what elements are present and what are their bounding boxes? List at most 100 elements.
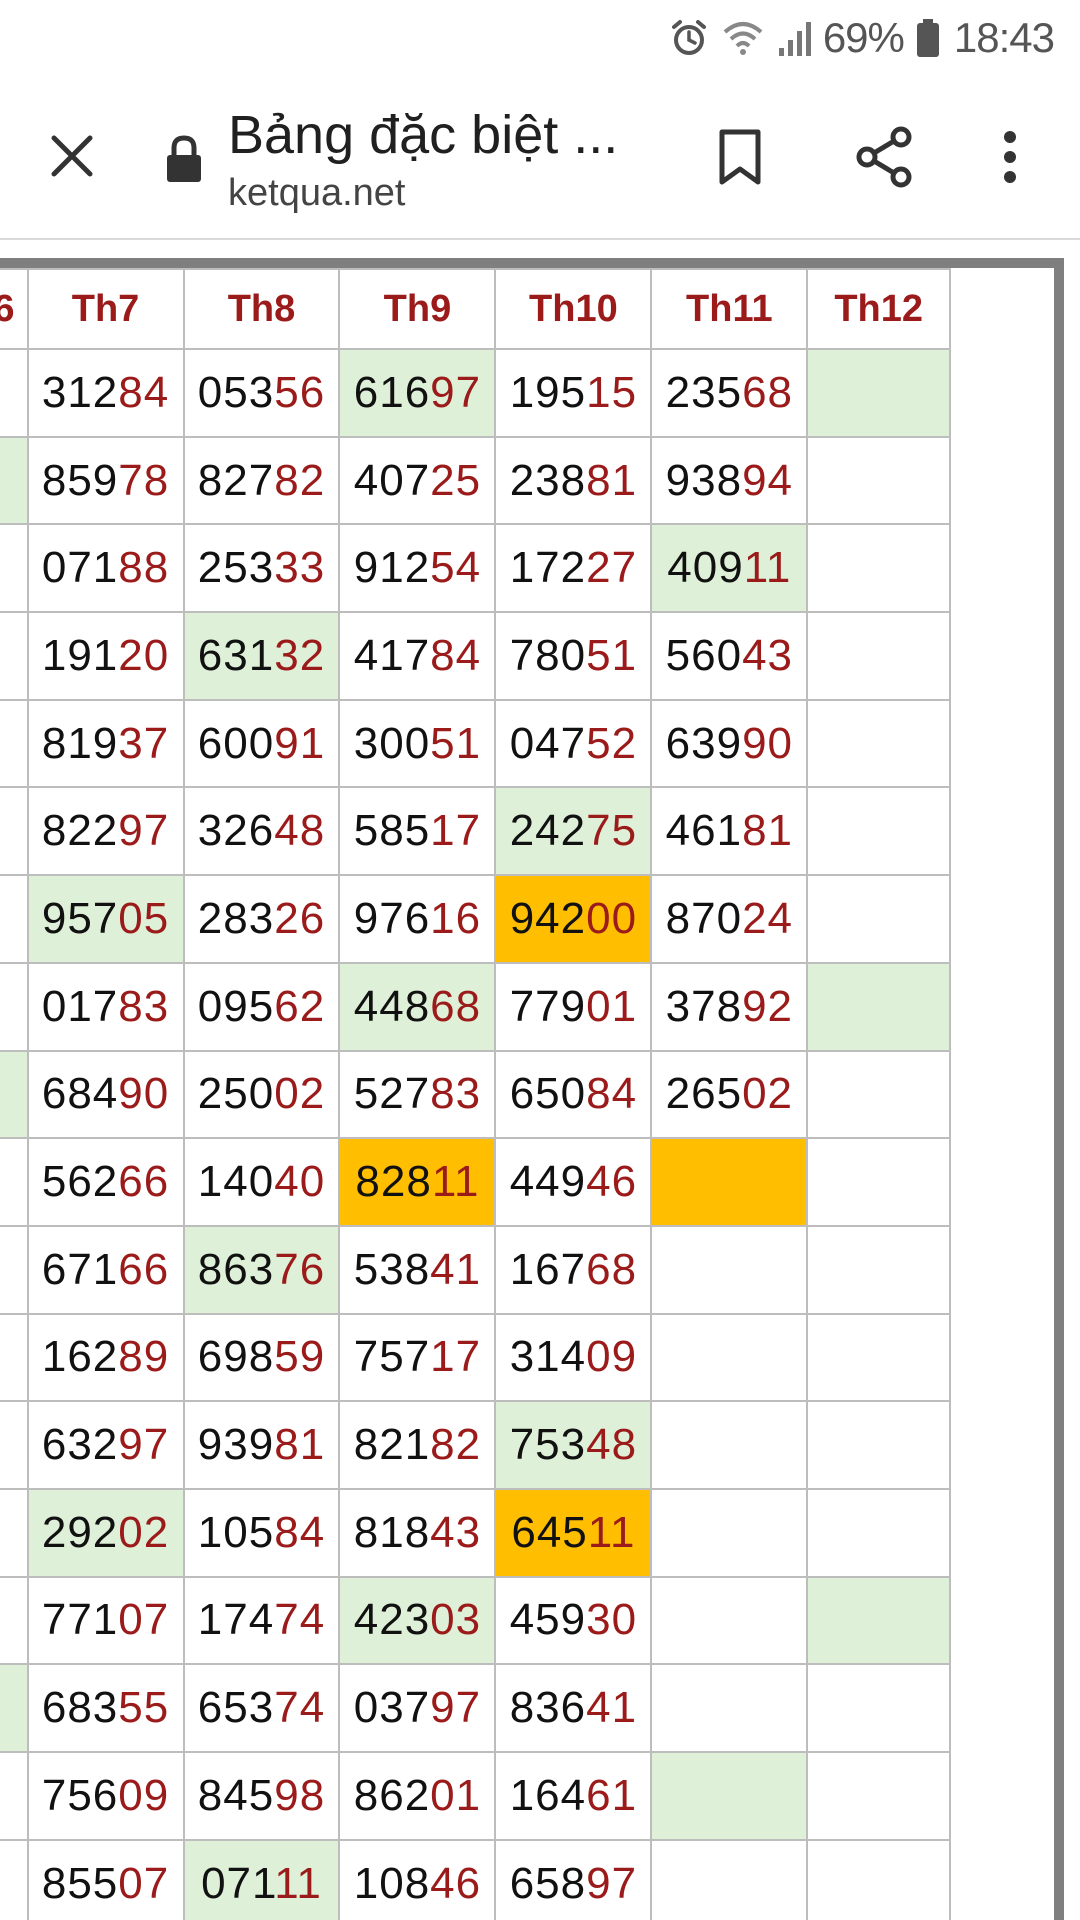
table-cell: 63132 (182, 611, 341, 701)
number-tail: 81 (274, 1420, 326, 1470)
share-icon[interactable] (852, 124, 918, 190)
table-cell: 38 (0, 1049, 29, 1140)
table-cell: 95705 (26, 874, 185, 964)
table-cell (806, 961, 951, 1052)
number-head: 870 (665, 893, 743, 943)
number-head: 423 (353, 1595, 431, 1645)
table-cell: 40 (0, 786, 29, 877)
table-cell: 81843 (338, 1487, 497, 1578)
number-tail: 97 (430, 367, 482, 417)
number-tail: 51 (430, 718, 482, 768)
table-cell: 65897 (494, 1838, 653, 1920)
number-head: 378 (665, 981, 743, 1031)
table-cell (806, 786, 951, 877)
number-tail: 24 (742, 893, 794, 943)
number-head: 449 (509, 1157, 587, 1207)
table-cell: 74 (0, 1751, 29, 1841)
table-cell: 86 (0, 611, 29, 701)
number-head: 821 (353, 1420, 431, 1470)
number-tail: 26 (274, 893, 326, 943)
number-tail: 01 (586, 981, 638, 1031)
table-cell: 40911 (650, 523, 809, 614)
status-bar: 69% 18:43 (0, 0, 1080, 76)
table-cell (650, 1751, 809, 1841)
number-head: 017 (41, 981, 119, 1031)
table-cell: 60091 (182, 698, 341, 789)
table-row: 9816289698597571731409 (0, 1312, 951, 1403)
table-cell (806, 1312, 951, 1403)
table-row: 730718825333912541722740911 (0, 523, 951, 614)
table-cell: 41784 (338, 611, 497, 701)
page-url[interactable]: ketqua.net (228, 172, 405, 215)
battery-icon (916, 18, 940, 58)
table-cell: 56266 (26, 1137, 185, 1227)
number-tail: 97 (118, 806, 170, 856)
number-tail: 27 (586, 543, 638, 593)
table-cell: 14 (0, 1224, 29, 1315)
table-cell (650, 1663, 809, 1753)
number-tail: 05 (118, 893, 170, 943)
bookmark-icon[interactable] (712, 124, 768, 190)
wifi-icon (721, 18, 765, 58)
table-row: 739570528326976169420087024 (0, 874, 951, 964)
number-tail: 11 (274, 1858, 322, 1908)
lock-icon (164, 134, 204, 184)
column-header: 6 (0, 268, 29, 350)
table-cell: 42303 (338, 1575, 497, 1666)
number-tail: 98 (274, 1770, 326, 1820)
table-cell: 16461 (494, 1751, 653, 1841)
number-head: 828 (355, 1157, 432, 1207)
number-tail: 41 (586, 1683, 638, 1733)
table-cell: 98 (0, 1312, 29, 1403)
number-tail: 01 (430, 1770, 482, 1820)
table-cell: 68490 (26, 1049, 185, 1140)
table-header-row: 6Th7Th8Th9Th10Th11Th12 (0, 268, 951, 350)
number-tail: 92 (742, 981, 794, 1031)
table-cell: 63297 (26, 1400, 185, 1490)
table-row: 861912063132417847805156043 (0, 611, 951, 701)
table-cell: 75 (0, 961, 29, 1052)
number-head: 684 (41, 1069, 119, 1119)
table-cell: 10584 (182, 1487, 341, 1578)
number-head: 164 (509, 1770, 587, 1820)
table-cell: 24275 (494, 786, 653, 877)
results-table-container[interactable]: 6Th7Th8Th9Th10Th11Th12 91312840535661697… (0, 258, 1064, 1920)
table-cell (806, 1575, 951, 1666)
number-tail: 46 (586, 1157, 638, 1207)
number-head: 822 (41, 806, 119, 856)
signal-icon (777, 18, 815, 58)
table-cell: 73 (0, 523, 29, 614)
number-head: 779 (509, 981, 587, 1031)
number-head: 461 (665, 806, 743, 856)
number-tail: 68 (586, 1244, 638, 1294)
number-tail: 84 (586, 1069, 638, 1119)
table-row: 0129202105848184364511 (0, 1487, 951, 1578)
table-cell: 78051 (494, 611, 653, 701)
table-cell: 45930 (494, 1575, 653, 1666)
results-table: 6Th7Th8Th9Th10Th11Th12 91312840535661697… (0, 268, 951, 1920)
more-vert-icon[interactable] (990, 124, 1030, 190)
table-cell: 68355 (26, 1663, 185, 1753)
number-tail: 48 (586, 1420, 638, 1470)
table-cell: 07111 (182, 1838, 341, 1920)
number-head: 071 (201, 1858, 275, 1908)
number-tail: 59 (274, 1332, 326, 1382)
number-head: 819 (41, 718, 119, 768)
number-head: 265 (665, 1069, 743, 1119)
close-icon[interactable] (40, 124, 104, 188)
table-cell: 94200 (494, 874, 653, 964)
table-cell (806, 611, 951, 701)
table-cell (806, 698, 951, 789)
table-row: 408229732648585172427546181 (0, 786, 951, 877)
table-cell: 63990 (650, 698, 809, 789)
table-cell (806, 1751, 951, 1841)
table-row: 750178309562448687790137892 (0, 961, 951, 1052)
number-head: 600 (197, 718, 275, 768)
column-header: Th7 (26, 268, 185, 350)
number-head: 314 (509, 1332, 587, 1382)
number-head: 191 (41, 630, 119, 680)
page-title: Bảng đặc biệt ... (228, 105, 619, 165)
number-tail: 81 (742, 806, 794, 856)
battery-percent: 69% (822, 14, 905, 61)
number-tail: 40 (274, 1157, 326, 1207)
